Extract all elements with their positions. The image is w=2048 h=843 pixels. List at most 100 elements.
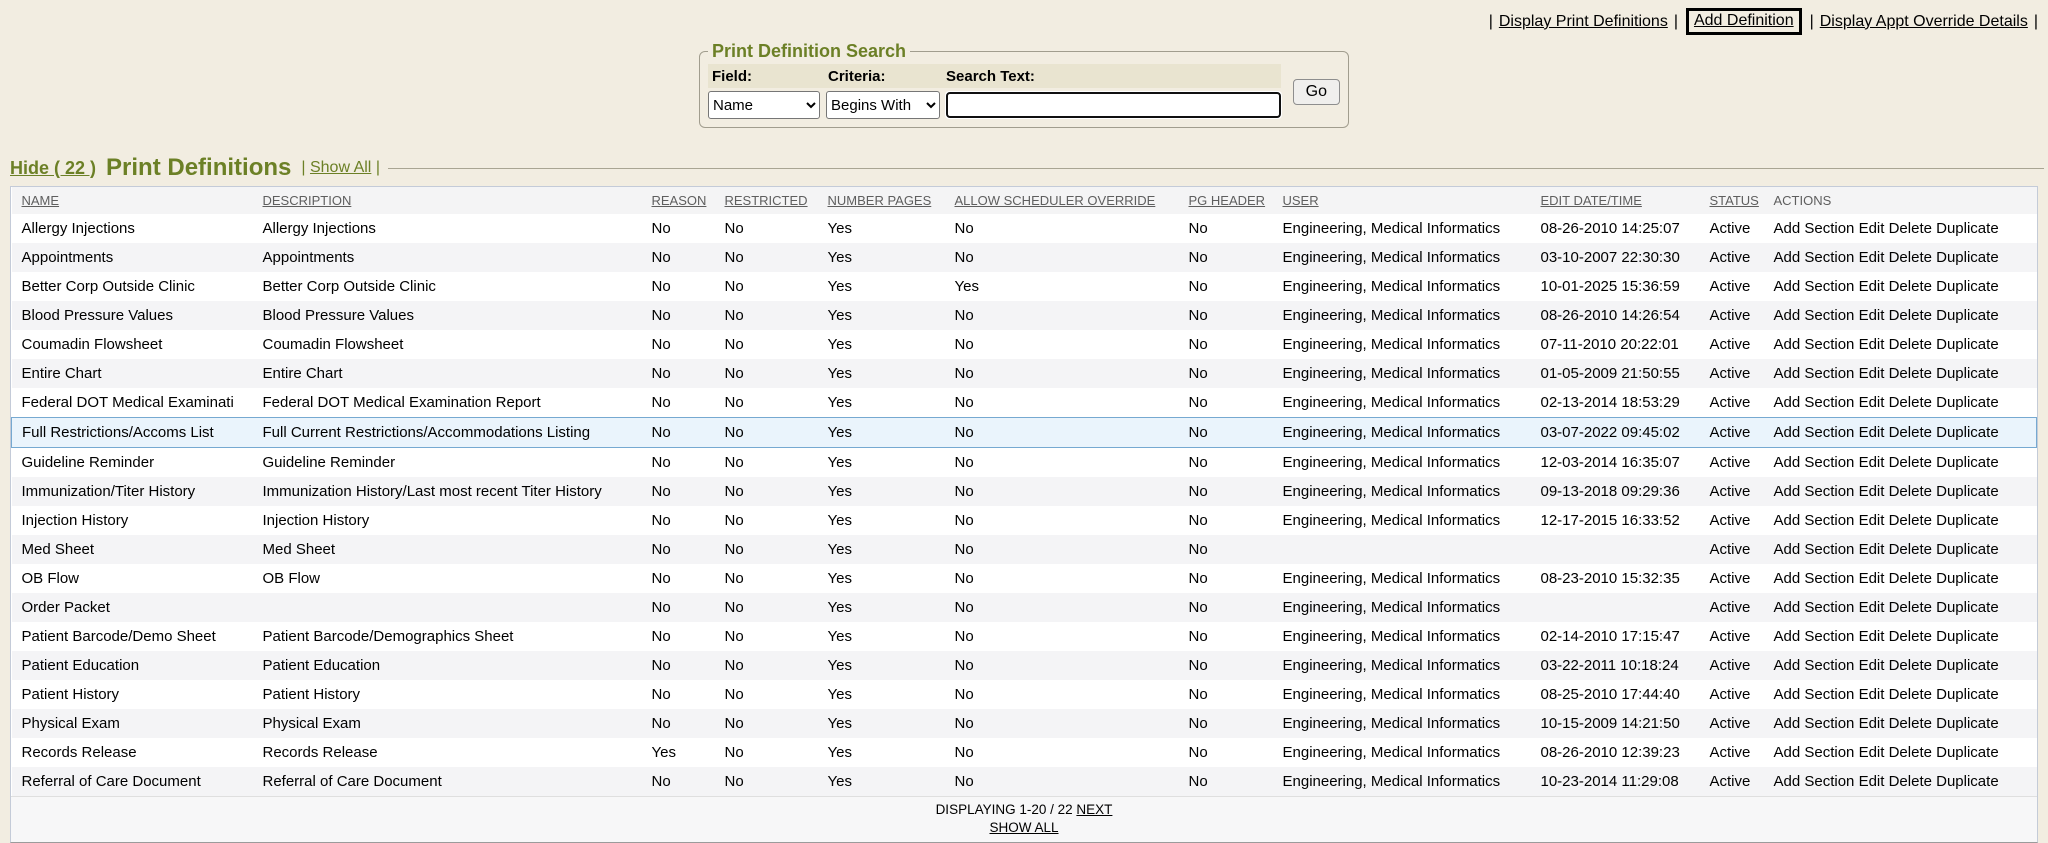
action-duplicate-link[interactable]: Duplicate bbox=[1936, 570, 1999, 587]
action-add-section-link[interactable]: Add Section bbox=[1774, 657, 1855, 674]
table-row[interactable]: Entire ChartEntire ChartNoNoYesNoNoEngin… bbox=[12, 359, 2037, 388]
field-select[interactable]: Name bbox=[708, 91, 820, 119]
action-duplicate-link[interactable]: Duplicate bbox=[1936, 657, 1999, 674]
action-delete-link[interactable]: Delete bbox=[1889, 773, 1932, 790]
action-add-section-link[interactable]: Add Section bbox=[1774, 570, 1855, 587]
action-duplicate-link[interactable]: Duplicate bbox=[1936, 744, 1999, 761]
table-row[interactable]: Coumadin FlowsheetCoumadin FlowsheetNoNo… bbox=[12, 330, 2037, 359]
action-delete-link[interactable]: Delete bbox=[1889, 424, 1932, 441]
table-row[interactable]: Guideline ReminderGuideline ReminderNoNo… bbox=[12, 448, 2037, 478]
action-add-section-link[interactable]: Add Section bbox=[1774, 336, 1855, 353]
action-add-section-link[interactable]: Add Section bbox=[1774, 541, 1855, 558]
next-page-link[interactable]: NEXT bbox=[1076, 802, 1112, 817]
action-edit-link[interactable]: Edit bbox=[1859, 599, 1885, 616]
action-edit-link[interactable]: Edit bbox=[1859, 336, 1885, 353]
action-delete-link[interactable]: Delete bbox=[1889, 307, 1932, 324]
action-edit-link[interactable]: Edit bbox=[1859, 628, 1885, 645]
action-delete-link[interactable]: Delete bbox=[1889, 628, 1932, 645]
action-add-section-link[interactable]: Add Section bbox=[1774, 628, 1855, 645]
action-delete-link[interactable]: Delete bbox=[1889, 512, 1932, 529]
column-header-restricted[interactable]: RESTRICTED bbox=[721, 187, 824, 214]
search-text-input[interactable] bbox=[946, 92, 1281, 118]
action-add-section-link[interactable]: Add Section bbox=[1774, 483, 1855, 500]
column-header-user[interactable]: USER bbox=[1279, 187, 1537, 214]
action-edit-link[interactable]: Edit bbox=[1859, 365, 1885, 382]
action-delete-link[interactable]: Delete bbox=[1889, 483, 1932, 500]
table-row[interactable]: Patient Barcode/Demo SheetPatient Barcod… bbox=[12, 622, 2037, 651]
action-add-section-link[interactable]: Add Section bbox=[1774, 249, 1855, 266]
action-edit-link[interactable]: Edit bbox=[1859, 483, 1885, 500]
column-header-pg-header[interactable]: PG HEADER bbox=[1185, 187, 1279, 214]
criteria-select[interactable]: Begins With bbox=[826, 91, 940, 119]
action-duplicate-link[interactable]: Duplicate bbox=[1936, 249, 1999, 266]
nav-link-add-definition[interactable]: Add Definition bbox=[1686, 8, 1802, 35]
column-header-edit-date-time[interactable]: EDIT DATE/TIME bbox=[1537, 187, 1706, 214]
action-duplicate-link[interactable]: Duplicate bbox=[1936, 599, 1999, 616]
action-edit-link[interactable]: Edit bbox=[1859, 657, 1885, 674]
table-row[interactable]: Patient HistoryPatient HistoryNoNoYesNoN… bbox=[12, 680, 2037, 709]
table-row[interactable]: Better Corp Outside ClinicBetter Corp Ou… bbox=[12, 272, 2037, 301]
table-row[interactable]: Injection HistoryInjection HistoryNoNoYe… bbox=[12, 506, 2037, 535]
action-edit-link[interactable]: Edit bbox=[1859, 424, 1885, 441]
action-edit-link[interactable]: Edit bbox=[1859, 715, 1885, 732]
table-row[interactable]: Immunization/Titer HistoryImmunization H… bbox=[12, 477, 2037, 506]
action-edit-link[interactable]: Edit bbox=[1859, 744, 1885, 761]
action-edit-link[interactable]: Edit bbox=[1859, 249, 1885, 266]
nav-link-display-appt-override-details[interactable]: Display Appt Override Details bbox=[1820, 13, 2028, 31]
table-row[interactable]: Med SheetMed SheetNoNoYesNoNoActiveAdd S… bbox=[12, 535, 2037, 564]
table-row[interactable]: Full Restrictions/Accoms ListFull Curren… bbox=[12, 418, 2037, 448]
go-button[interactable]: Go bbox=[1293, 79, 1340, 105]
action-delete-link[interactable]: Delete bbox=[1889, 365, 1932, 382]
action-add-section-link[interactable]: Add Section bbox=[1774, 424, 1855, 441]
action-duplicate-link[interactable]: Duplicate bbox=[1936, 394, 1999, 411]
table-row[interactable]: Order PacketNoNoYesNoNoEngineering, Medi… bbox=[12, 593, 2037, 622]
action-duplicate-link[interactable]: Duplicate bbox=[1936, 424, 1999, 441]
column-header-description[interactable]: DESCRIPTION bbox=[259, 187, 648, 214]
action-edit-link[interactable]: Edit bbox=[1859, 307, 1885, 324]
action-delete-link[interactable]: Delete bbox=[1889, 394, 1932, 411]
action-delete-link[interactable]: Delete bbox=[1889, 599, 1932, 616]
action-edit-link[interactable]: Edit bbox=[1859, 512, 1885, 529]
action-edit-link[interactable]: Edit bbox=[1859, 454, 1885, 471]
column-header-allow-scheduler-override[interactable]: ALLOW SCHEDULER OVERRIDE bbox=[951, 187, 1185, 214]
column-header-status[interactable]: STATUS bbox=[1706, 187, 1770, 214]
action-delete-link[interactable]: Delete bbox=[1889, 278, 1932, 295]
action-add-section-link[interactable]: Add Section bbox=[1774, 307, 1855, 324]
action-edit-link[interactable]: Edit bbox=[1859, 220, 1885, 237]
nav-link-display-print-definitions[interactable]: Display Print Definitions bbox=[1499, 13, 1668, 31]
action-add-section-link[interactable]: Add Section bbox=[1774, 278, 1855, 295]
action-delete-link[interactable]: Delete bbox=[1889, 657, 1932, 674]
action-edit-link[interactable]: Edit bbox=[1859, 773, 1885, 790]
action-add-section-link[interactable]: Add Section bbox=[1774, 454, 1855, 471]
show-all-link[interactable]: Show All bbox=[310, 159, 371, 176]
action-duplicate-link[interactable]: Duplicate bbox=[1936, 628, 1999, 645]
action-duplicate-link[interactable]: Duplicate bbox=[1936, 541, 1999, 558]
action-duplicate-link[interactable]: Duplicate bbox=[1936, 715, 1999, 732]
show-all-pagination-link[interactable]: SHOW ALL bbox=[989, 820, 1058, 835]
action-delete-link[interactable]: Delete bbox=[1889, 744, 1932, 761]
action-add-section-link[interactable]: Add Section bbox=[1774, 686, 1855, 703]
action-duplicate-link[interactable]: Duplicate bbox=[1936, 483, 1999, 500]
table-row[interactable]: Referral of Care DocumentReferral of Car… bbox=[12, 767, 2037, 796]
action-delete-link[interactable]: Delete bbox=[1889, 570, 1932, 587]
hide-count-link[interactable]: Hide ( 22 ) bbox=[10, 158, 96, 179]
column-header-number-pages[interactable]: NUMBER PAGES bbox=[824, 187, 951, 214]
action-duplicate-link[interactable]: Duplicate bbox=[1936, 220, 1999, 237]
action-delete-link[interactable]: Delete bbox=[1889, 454, 1932, 471]
table-row[interactable]: AppointmentsAppointmentsNoNoYesNoNoEngin… bbox=[12, 243, 2037, 272]
action-add-section-link[interactable]: Add Section bbox=[1774, 394, 1855, 411]
action-duplicate-link[interactable]: Duplicate bbox=[1936, 686, 1999, 703]
action-add-section-link[interactable]: Add Section bbox=[1774, 599, 1855, 616]
action-edit-link[interactable]: Edit bbox=[1859, 570, 1885, 587]
column-header-name[interactable]: NAME bbox=[12, 187, 259, 214]
action-add-section-link[interactable]: Add Section bbox=[1774, 773, 1855, 790]
table-row[interactable]: OB FlowOB FlowNoNoYesNoNoEngineering, Me… bbox=[12, 564, 2037, 593]
action-delete-link[interactable]: Delete bbox=[1889, 249, 1932, 266]
action-duplicate-link[interactable]: Duplicate bbox=[1936, 307, 1999, 324]
table-row[interactable]: Patient EducationPatient EducationNoNoYe… bbox=[12, 651, 2037, 680]
action-delete-link[interactable]: Delete bbox=[1889, 715, 1932, 732]
action-edit-link[interactable]: Edit bbox=[1859, 686, 1885, 703]
action-delete-link[interactable]: Delete bbox=[1889, 686, 1932, 703]
action-duplicate-link[interactable]: Duplicate bbox=[1936, 773, 1999, 790]
action-delete-link[interactable]: Delete bbox=[1889, 336, 1932, 353]
